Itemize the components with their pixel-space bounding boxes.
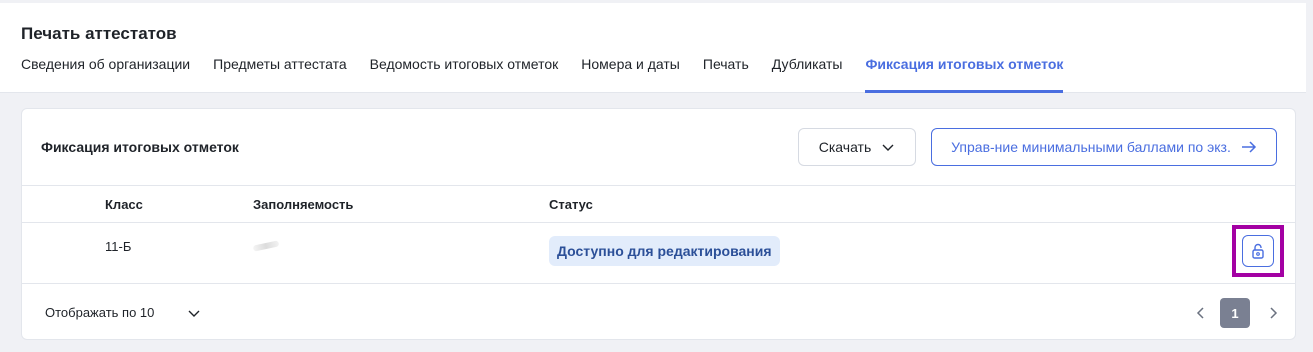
row-fill-indicator	[252, 240, 280, 252]
page-header: Печать аттестатов Сведения об организаци…	[0, 3, 1306, 93]
manage-min-scores-label: Управ-ние минимальными баллами по экз.	[951, 139, 1231, 155]
final-grades-card: Фиксация итоговых отметок Скачать Управ-…	[21, 108, 1296, 340]
manage-min-scores-button[interactable]: Управ-ние минимальными баллами по экз.	[931, 128, 1277, 166]
table-header: Класс Заполняемость Статус	[22, 185, 1295, 223]
chevron-down-icon[interactable]	[187, 306, 201, 320]
status-badge: Доступно для редактирования	[549, 236, 780, 266]
tab-final-grades-lock[interactable]: Фиксация итоговых отметок	[865, 55, 1064, 93]
arrow-right-icon	[1241, 141, 1256, 153]
download-button-label: Скачать	[818, 139, 872, 155]
chevron-down-icon	[882, 144, 894, 151]
tab-final-grades-sheet[interactable]: Ведомость итоговых отметок	[370, 55, 559, 93]
chevron-right-icon[interactable]	[1266, 305, 1280, 321]
page-title: Печать аттестатов	[21, 24, 177, 43]
lock-toggle-button[interactable]	[1242, 235, 1274, 267]
tab-print[interactable]: Печать	[703, 55, 749, 93]
tab-numbers-dates[interactable]: Номера и даты	[581, 55, 680, 93]
lock-open-icon	[1252, 243, 1264, 259]
table-row: 11-Б Доступно для редактирования	[22, 223, 1295, 284]
tab-certificate-subjects[interactable]: Предметы аттестата	[213, 55, 347, 93]
card-title: Фиксация итоговых отметок	[41, 139, 239, 155]
page-size-label: Отображать по 10	[45, 305, 155, 320]
tab-bar: Сведения об организации Предметы аттеста…	[21, 55, 1086, 93]
column-header-fill: Заполняемость	[253, 197, 354, 212]
tab-organization-info[interactable]: Сведения об организации	[21, 55, 190, 93]
tab-duplicates[interactable]: Дубликаты	[772, 55, 843, 93]
pagination-current-page[interactable]: 1	[1220, 298, 1250, 328]
chevron-left-icon[interactable]	[1194, 305, 1208, 321]
download-button[interactable]: Скачать	[798, 128, 916, 166]
column-header-class: Класс	[105, 197, 143, 212]
column-header-status: Статус	[549, 197, 593, 212]
row-class-cell: 11-Б	[105, 239, 132, 254]
